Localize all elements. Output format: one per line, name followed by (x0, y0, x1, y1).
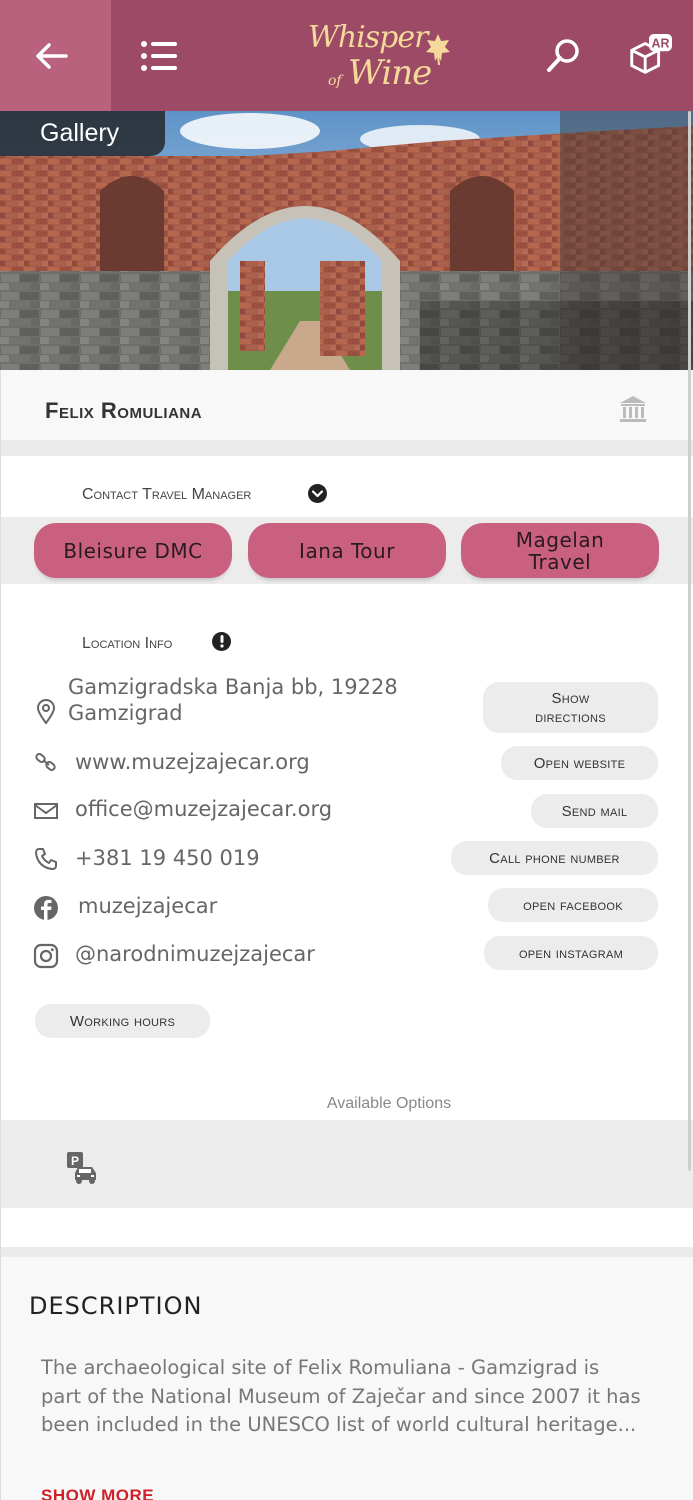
ar-badge: AR (652, 36, 670, 50)
address-line-2: Gamzigrad (68, 701, 183, 725)
svg-text:P: P (71, 1154, 79, 1168)
show-directions-line2: directions (535, 708, 606, 726)
search-icon[interactable] (540, 33, 586, 79)
send-mail-button[interactable]: Send mail (531, 794, 658, 828)
available-options-label: Available Options (326, 1095, 452, 1112)
options-strip (0, 1120, 693, 1208)
website-text[interactable]: www.muzejzajecar.org (75, 750, 310, 774)
link-icon (33, 749, 59, 775)
description-heading: DESCRIPTION (29, 1292, 203, 1320)
email-text[interactable]: office@muzejzajecar.org (75, 797, 332, 821)
logo-line-2: Wine (348, 53, 432, 93)
travel-manager-button-bleisure[interactable]: Bleisure DMC (34, 523, 232, 578)
whisper-of-wine-logo: Whisper of Wine (290, 18, 455, 98)
travel-manager-button-label-line1: Magelan (515, 527, 605, 552)
ar-cube-icon[interactable]: AR (626, 33, 672, 79)
travel-manager-button-label-line2: Travel (528, 549, 592, 574)
logo-of: of (328, 73, 342, 89)
show-directions-button[interactable]: Show directions (483, 682, 658, 733)
back-arrow-icon[interactable] (28, 33, 74, 79)
gallery-label[interactable]: Gallery (0, 111, 165, 156)
mail-icon (33, 798, 59, 824)
facebook-icon (33, 895, 59, 921)
section-separator (0, 440, 693, 456)
open-instagram-button[interactable]: open instagram (484, 936, 658, 970)
section-separator (0, 1247, 693, 1257)
address-text: Gamzigradska Banja bb, 19228 Gamzigrad (68, 674, 398, 726)
list-menu-icon[interactable] (136, 33, 182, 79)
call-phone-button[interactable]: Call phone number (451, 841, 658, 875)
show-more-link[interactable]: SHOW MORE (41, 1486, 154, 1500)
travel-manager-button-iana[interactable]: Iana Tour (248, 523, 446, 578)
open-website-button[interactable]: Open website (501, 746, 658, 780)
chevron-down-icon[interactable] (308, 484, 327, 503)
location-info-label: Location Info (82, 635, 173, 652)
travel-manager-button-label: Iana Tour (299, 538, 395, 563)
place-title: Felix Romuliana (45, 398, 203, 423)
show-directions-line1: Show (551, 689, 590, 707)
working-hours-button[interactable]: Working hours (35, 1004, 210, 1038)
logo-line-1: Whisper (308, 20, 428, 55)
travel-manager-label: Contact Travel Manager (82, 486, 252, 503)
map-pin-icon (33, 699, 59, 725)
phone-icon (33, 846, 59, 872)
facebook-text[interactable]: muzejzajecar (78, 894, 217, 918)
address-line-1: Gamzigradska Banja bb, 19228 (68, 675, 398, 699)
description-text: The archaeological site of Felix Romulia… (41, 1356, 641, 1436)
grape-leaf-icon (426, 34, 450, 66)
travel-manager-button-magelan[interactable]: Magelan Travel (461, 523, 659, 578)
scrollbar[interactable] (688, 111, 691, 1171)
instagram-icon (33, 943, 59, 969)
parking-car-icon: P (66, 1151, 100, 1189)
open-facebook-button[interactable]: open facebook (488, 888, 658, 922)
museum-icon (618, 394, 648, 428)
exclamation-icon[interactable] (212, 632, 231, 651)
instagram-text[interactable]: @narodnimuzejzajecar (75, 942, 315, 966)
frame-border (0, 370, 1, 1500)
travel-manager-button-label: Bleisure DMC (63, 538, 203, 563)
phone-text[interactable]: +381 19 450 019 (75, 846, 260, 870)
